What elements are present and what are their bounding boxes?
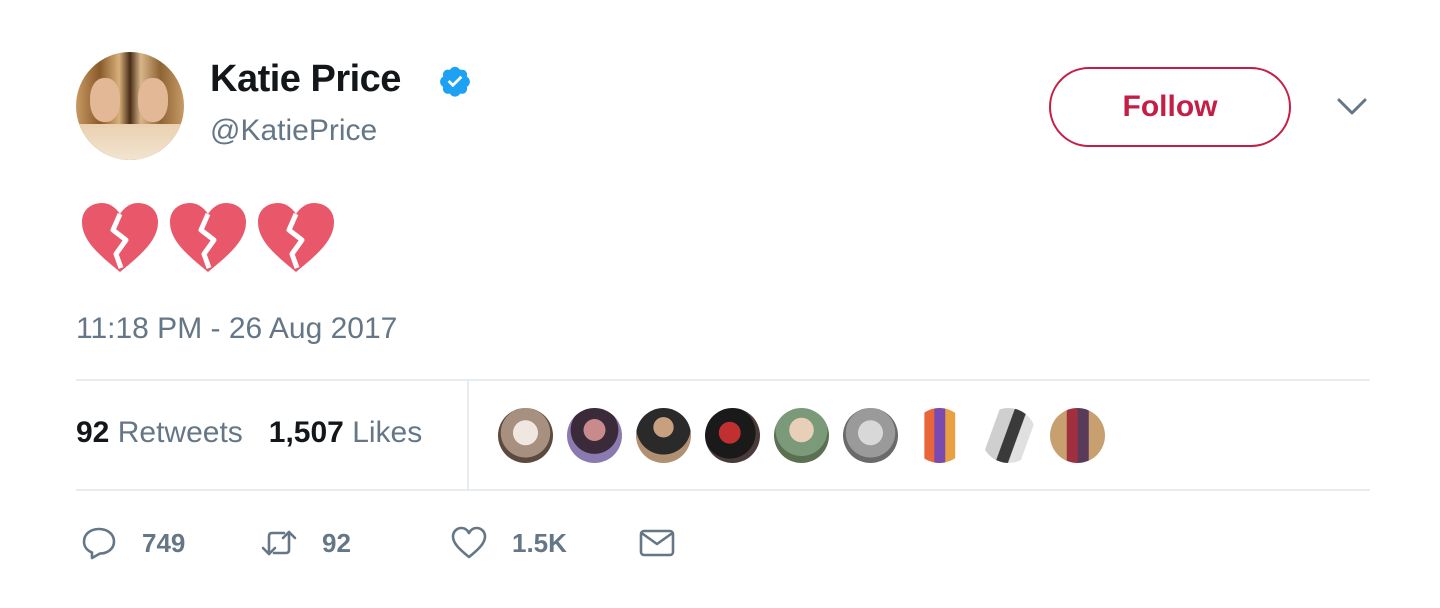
broken-heart-icon [170,203,246,272]
heart-icon [451,526,487,559]
liker-avatar[interactable] [843,408,898,463]
retweets-stat[interactable]: 92 Retweets [76,416,243,450]
envelope-icon [639,529,675,557]
display-name[interactable]: Katie Price [210,58,401,101]
tweet-card: Katie Price @KatiePrice Follow 11:18 PM … [0,0,1440,608]
follow-button[interactable]: Follow [1049,67,1291,147]
retweet-button[interactable]: 92 [260,524,450,562]
retweets-label: Retweets [117,416,243,449]
reply-icon [82,527,116,560]
likes-stat[interactable]: 1,507 Likes [269,416,422,450]
like-button[interactable]: 1.5K [450,524,638,562]
tweet-actions: 749 92 1.5K [80,524,676,562]
chevron-down-icon[interactable] [1336,96,1368,118]
broken-heart-icon [258,203,334,272]
tweet-stats: 92 Retweets 1,507 Likes [76,416,422,450]
liker-avatar[interactable] [774,408,829,463]
reply-count: 749 [142,527,186,558]
likers-avatars [498,408,1105,463]
divider [76,489,1370,491]
avatar[interactable] [76,52,184,160]
retweets-count: 92 [76,416,110,449]
direct-message-button[interactable] [638,524,676,562]
likes-label: Likes [352,416,423,449]
liker-avatar[interactable] [912,408,967,463]
divider [76,379,1370,381]
retweet-count: 92 [322,527,351,558]
verified-badge-icon [440,66,470,97]
user-handle[interactable]: @KatiePrice [210,114,377,148]
like-count: 1.5K [512,527,567,558]
liker-avatar[interactable] [705,408,760,463]
liker-avatar[interactable] [636,408,691,463]
likes-count: 1,507 [268,416,344,449]
reply-button[interactable]: 749 [80,524,260,562]
tweet-text [80,202,336,274]
liker-avatar[interactable] [981,408,1036,463]
tweet-timestamp[interactable]: 11:18 PM - 26 Aug 2017 [76,312,397,346]
liker-avatar[interactable] [1050,408,1105,463]
broken-heart-icon [82,203,158,272]
divider [467,381,469,489]
liker-avatar[interactable] [567,408,622,463]
retweet-icon [261,530,297,556]
liker-avatar[interactable] [498,408,553,463]
